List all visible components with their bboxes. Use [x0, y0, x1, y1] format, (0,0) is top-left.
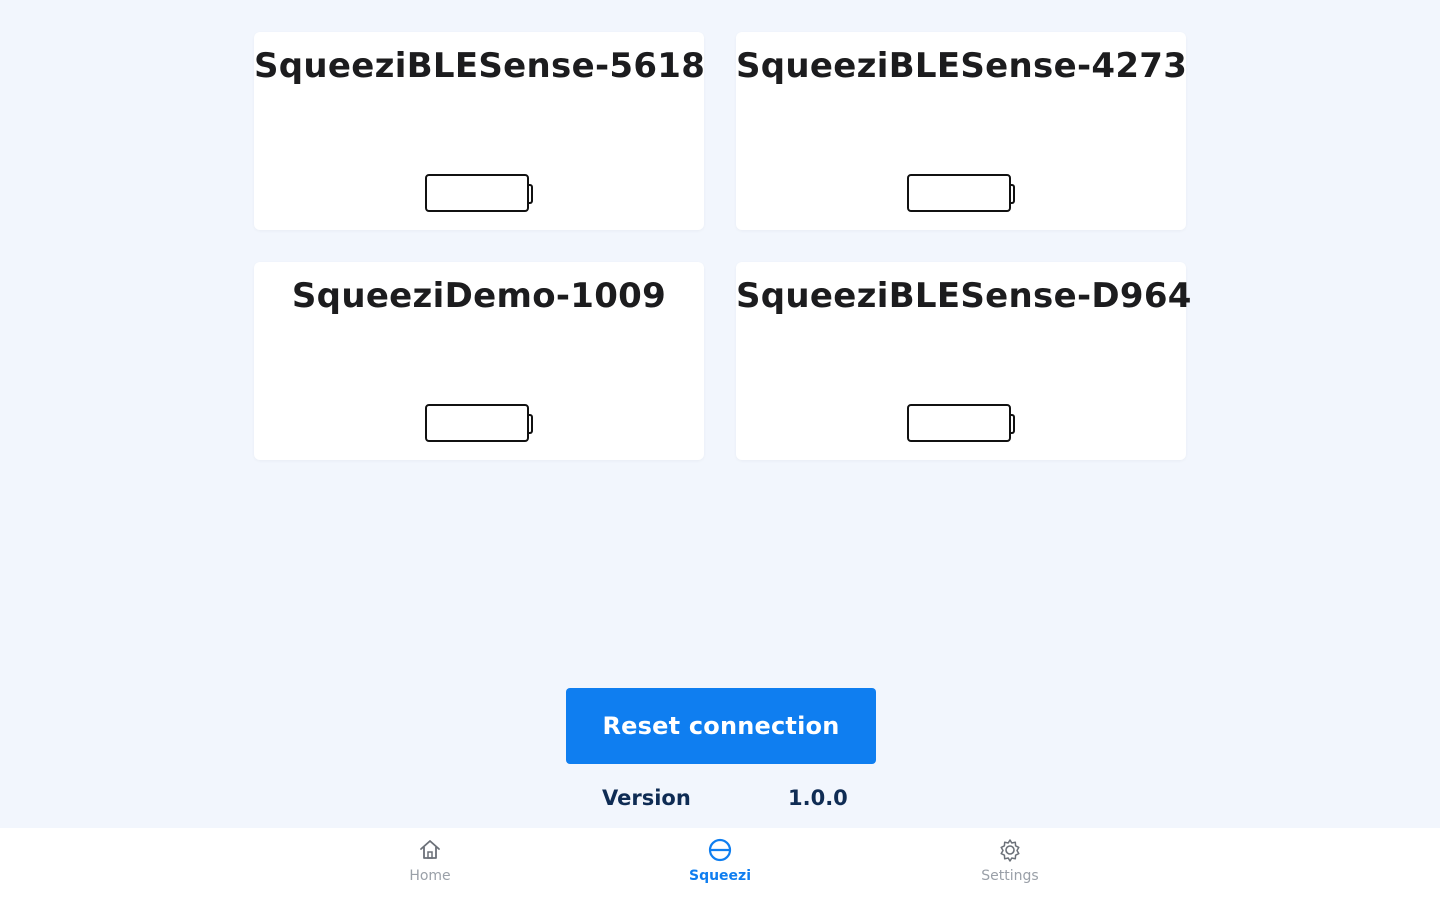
- device-name: SqueeziBLESense-D964: [736, 276, 1192, 316]
- gear-icon: [1000, 839, 1020, 862]
- device-card[interactable]: SqueeziDemo-1009: [254, 262, 704, 460]
- battery-icon: [907, 404, 1015, 442]
- squeezi-icon: [708, 838, 732, 862]
- nav-label-home: Home: [409, 868, 451, 884]
- device-grid: SqueeziBLESense-5618 SqueeziBLESense-427…: [254, 32, 1192, 460]
- version-row: Version 1.0.0: [0, 786, 1440, 816]
- nav-item-squeezi[interactable]: Squeezi: [660, 836, 780, 896]
- nav-item-home[interactable]: Home: [370, 836, 490, 896]
- battery-icon: [425, 174, 533, 212]
- device-name: SqueeziBLESense-4273: [736, 46, 1188, 86]
- device-card[interactable]: SqueeziBLESense-D964: [736, 262, 1192, 460]
- nav-item-settings[interactable]: Settings: [950, 836, 1070, 896]
- device-name: SqueeziDemo-1009: [291, 276, 667, 316]
- device-name: SqueeziBLESense-5618: [254, 46, 706, 86]
- device-card[interactable]: SqueeziBLESense-5618: [254, 32, 706, 230]
- battery-icon: [425, 404, 533, 442]
- battery-icon: [907, 174, 1015, 212]
- version-label: Version: [602, 786, 691, 810]
- app-root: SqueeziBLESense-5618 SqueeziBLESense-427…: [0, 0, 1440, 900]
- home-icon: [420, 840, 440, 859]
- bottom-navigation: Home Squeezi Settings: [0, 828, 1440, 900]
- device-card[interactable]: SqueeziBLESense-4273: [736, 32, 1188, 230]
- nav-label-squeezi: Squeezi: [688, 868, 751, 884]
- reset-connection-button[interactable]: Reset connection: [566, 688, 876, 764]
- version-value: 1.0.0: [788, 786, 848, 810]
- nav-label-settings: Settings: [981, 868, 1039, 884]
